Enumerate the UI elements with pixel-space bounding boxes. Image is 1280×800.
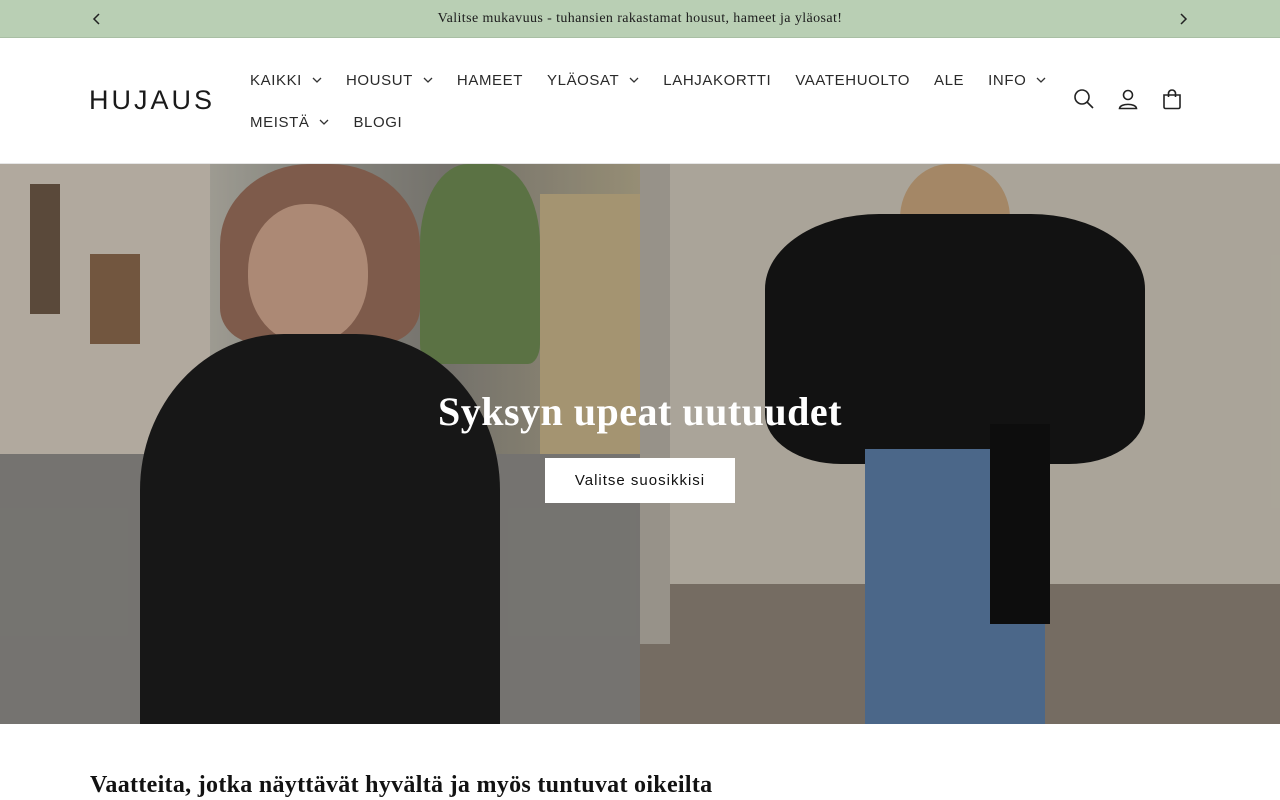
nav-item-vaatehuolto[interactable]: VAATEHUOLTO: [783, 59, 922, 101]
nav-item-label: YLÄOSAT: [547, 71, 620, 89]
nav-item-info[interactable]: INFO: [976, 59, 1058, 101]
nav-item-label: ALE: [934, 71, 965, 89]
nav-item-label: VAATEHUOLTO: [795, 71, 910, 89]
hero-cta-button[interactable]: Valitse suosikkisi: [545, 458, 735, 503]
nav-item-label: LAHJAKORTTI: [663, 71, 772, 89]
nav-item-kaikki[interactable]: KAIKKI: [238, 59, 334, 101]
chevron-left-icon: [92, 13, 100, 25]
nav-item-label: KAIKKI: [250, 71, 302, 89]
nav-item-blogi[interactable]: BLOGI: [341, 101, 414, 143]
chevron-down-icon: [319, 119, 329, 126]
nav-item-hameet[interactable]: HAMEET: [445, 59, 535, 101]
hero-banner: Syksyn upeat uutuudet Valitse suosikkisi: [0, 164, 1280, 724]
nav-item-label: MEISTÄ: [250, 113, 310, 131]
nav-item-meist-[interactable]: MEISTÄ: [238, 101, 341, 143]
nav-item-label: INFO: [988, 71, 1027, 89]
nav-item-label: BLOGI: [353, 113, 403, 131]
nav-item-ale[interactable]: ALE: [922, 59, 976, 101]
search-icon: [1074, 89, 1094, 109]
site-header: HUJAUS KAIKKI HOUSUT HAMEET YLÄOSAT LAHJAKOR…: [0, 39, 1280, 164]
main-nav-row-2: MEISTÄ BLOGI: [238, 101, 1028, 143]
search-button[interactable]: [1068, 83, 1100, 115]
cart-button[interactable]: [1156, 83, 1188, 115]
chevron-down-icon: [1036, 77, 1046, 84]
nav-item-housut[interactable]: HOUSUT: [334, 59, 445, 101]
announcement-bar: Valitse mukavuus - tuhansien rakastamat …: [0, 0, 1280, 38]
nav-item-lahjakortti[interactable]: LAHJAKORTTI: [651, 59, 783, 101]
chevron-right-icon: [1180, 13, 1188, 25]
intro-heading: Vaatteita, jotka näyttävät hyvältä ja my…: [90, 772, 713, 798]
main-nav: KAIKKI HOUSUT HAMEET YLÄOSAT LAHJAKORTTI VAAT…: [238, 59, 1046, 143]
announcement-prev-button[interactable]: [87, 9, 107, 29]
hero-overlay: [0, 164, 1280, 724]
site-logo[interactable]: HUJAUS: [89, 85, 215, 116]
chevron-down-icon: [423, 77, 433, 84]
header-icons: [1068, 83, 1188, 115]
nav-item-label: HAMEET: [456, 71, 524, 89]
account-icon: [1118, 89, 1138, 110]
chevron-down-icon: [312, 77, 322, 84]
cart-icon: [1163, 89, 1181, 110]
hero-title: Syksyn upeat uutuudet: [438, 389, 842, 434]
announcement-next-button[interactable]: [1173, 9, 1193, 29]
chevron-down-icon: [629, 77, 639, 84]
nav-item-yl-osat[interactable]: YLÄOSAT: [535, 59, 651, 101]
account-button[interactable]: [1112, 83, 1144, 115]
nav-item-label: HOUSUT: [345, 71, 413, 89]
main-nav-row-1: KAIKKI HOUSUT HAMEET YLÄOSAT LAHJAKORTTI VAAT…: [238, 59, 1046, 101]
announcement-text: Valitse mukavuus - tuhansien rakastamat …: [437, 10, 843, 26]
